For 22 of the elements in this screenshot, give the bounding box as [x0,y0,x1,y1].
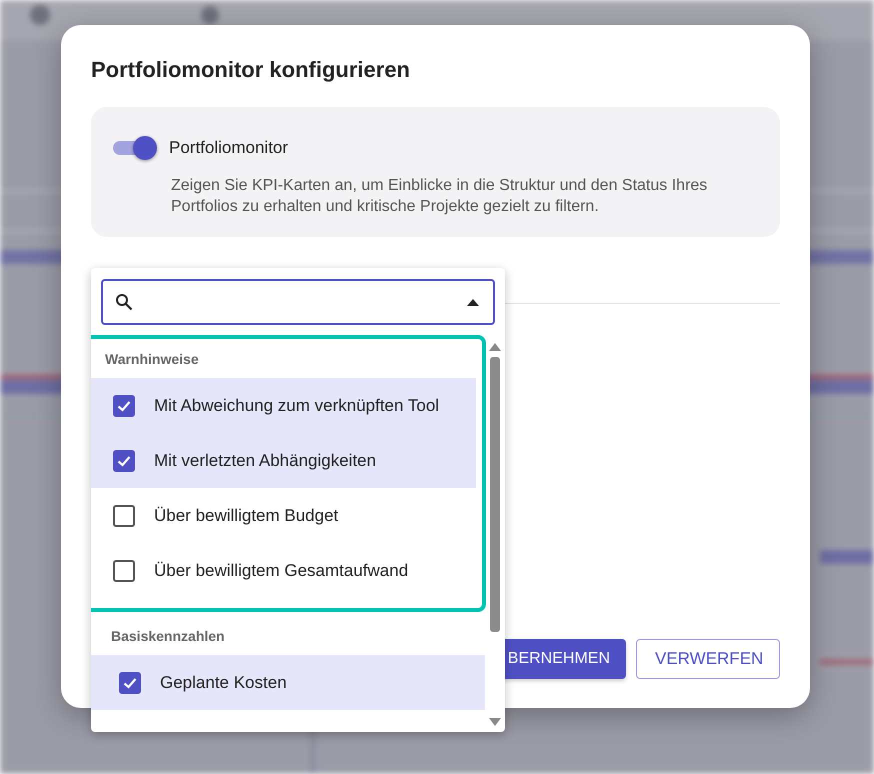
checkbox[interactable] [119,672,141,694]
toggle-label: Portfoliomonitor [169,138,288,158]
search-field[interactable] [101,279,495,325]
discard-button[interactable]: VERWERFEN [636,639,780,679]
option-item[interactable]: Über bewilligtem Gesamtaufwand [91,543,476,598]
description-text: Zeigen Sie KPI-Karten an, um Einblicke in die Struktur und den Status Ihres Portfolios zu erhalten und kritische Projekte gezielt zu filtern. [171,176,708,217]
scroll-up-icon[interactable] [489,343,501,351]
checkbox[interactable] [113,560,135,582]
caret-icon[interactable] [467,298,479,306]
option-item[interactable]: Geplante Kosten [91,655,485,710]
dialog-title: Portfoliomonitor konfigurieren [91,57,411,83]
search-icon [115,293,133,311]
checkbox[interactable] [113,394,135,416]
scroll-down-icon[interactable] [489,718,501,726]
option-item[interactable]: Über bewilligtem Budget [91,488,476,543]
option-item[interactable]: Mit verletzten Abhängigkeiten [91,433,476,488]
toggle-switch[interactable] [111,135,159,161]
group-heading: Warnhinweise [104,350,200,369]
checkbox[interactable] [113,504,135,526]
group-heading: Basiskennzahlen [110,627,226,646]
checkbox[interactable] [113,450,135,472]
option-item[interactable]: Mit Abweichung zum verknüpften Tool [91,378,476,433]
